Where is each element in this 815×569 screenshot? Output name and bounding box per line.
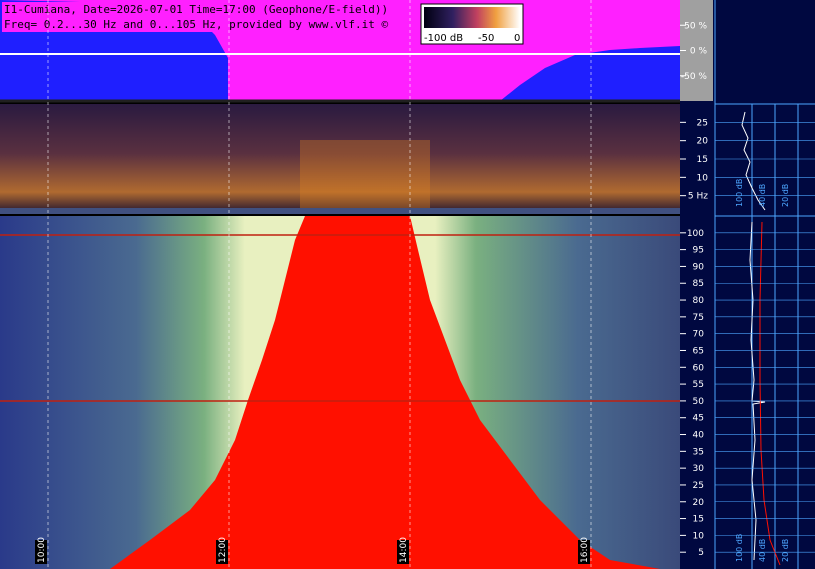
side-db-label: 100 dB bbox=[735, 179, 744, 207]
vlf-spectrogram-chart: I1-Cumiana, Date=2026-07-01 Time=17:00 (… bbox=[0, 0, 815, 569]
high-freq-tick-label: 25 bbox=[693, 481, 704, 491]
side-db-label: 40 dB bbox=[758, 539, 767, 562]
high-freq-tick-label: 15 bbox=[693, 515, 704, 525]
high-freq-tick-label: 55 bbox=[693, 380, 704, 390]
high-freq-tick-label: 60 bbox=[693, 363, 705, 373]
amplitude-tick-label: 50 % bbox=[684, 21, 707, 31]
high-freq-tick-label: 5 bbox=[698, 548, 704, 558]
low-freq-tick-label: 5 Hz bbox=[688, 192, 708, 202]
side-db-label: 40 dB bbox=[758, 184, 767, 207]
colorbar-label-max: 0 bbox=[514, 33, 520, 44]
high-freq-tick-label: 20 bbox=[693, 498, 705, 508]
high-freq-tick-label: 35 bbox=[693, 447, 704, 457]
colorbar: -100 dB -50 0 bbox=[420, 3, 524, 45]
header-line-2: Freq= 0.2...30 Hz and 0...105 Hz, provid… bbox=[4, 18, 388, 31]
time-tick-label: 10:00 bbox=[37, 537, 47, 563]
low-frequency-spectrogram bbox=[0, 104, 680, 214]
high-freq-tick-label: 40 bbox=[693, 431, 705, 441]
high-freq-tick-label: 90 bbox=[693, 262, 705, 272]
header-line-1: I1-Cumiana, Date=2026-07-01 Time=17:00 (… bbox=[4, 3, 388, 16]
high-freq-tick-label: 65 bbox=[693, 346, 704, 356]
amplitude-tick-label: -50 % bbox=[681, 72, 708, 82]
high-freq-tick-label: 50 bbox=[693, 397, 705, 407]
high-freq-tick-label: 75 bbox=[693, 313, 704, 323]
low-freq-tick-label: 25 bbox=[697, 118, 708, 128]
time-tick-label: 12:00 bbox=[218, 537, 228, 563]
time-tick-label: 14:00 bbox=[399, 537, 409, 563]
high-freq-tick-label: 95 bbox=[693, 246, 704, 256]
side-db-label: 20 dB bbox=[781, 184, 790, 207]
high-freq-tick-label: 45 bbox=[693, 414, 704, 424]
spectrum-side-panel bbox=[713, 0, 815, 569]
high-freq-tick-label: 70 bbox=[693, 330, 705, 340]
high-frequency-spectrogram bbox=[0, 216, 680, 569]
side-db-label: 100 dB bbox=[735, 534, 744, 562]
side-db-label: 20 dB bbox=[781, 539, 790, 562]
high-freq-tick-label: 30 bbox=[693, 464, 705, 474]
high-freq-tick-label: 85 bbox=[693, 279, 704, 289]
low-freq-tick-label: 15 bbox=[697, 155, 708, 165]
colorbar-label-min: -100 dB bbox=[424, 33, 463, 44]
colorbar-label-mid: -50 bbox=[478, 33, 494, 44]
low-freq-tick-label: 20 bbox=[697, 137, 709, 147]
time-tick-label: 16:00 bbox=[580, 537, 590, 563]
high-freq-tick-label: 10 bbox=[693, 531, 705, 541]
amplitude-tick-label: 0 % bbox=[690, 47, 708, 57]
high-freq-tick-label: 80 bbox=[693, 296, 705, 306]
high-freq-tick-label: 100 bbox=[687, 229, 704, 239]
low-freq-tick-label: 10 bbox=[697, 173, 709, 183]
